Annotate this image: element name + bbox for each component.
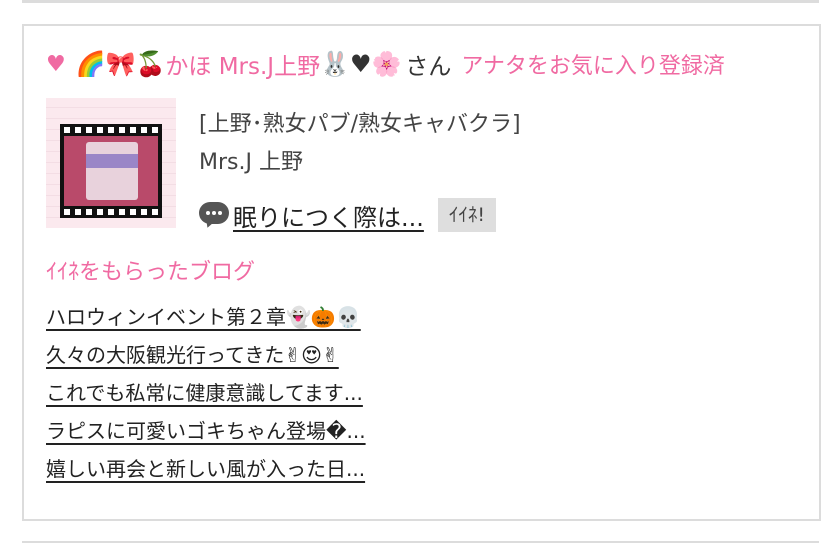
name-emojis-after: 🐰♥🌸	[320, 50, 402, 78]
blog-title-link[interactable]: 眠りにつく際は...	[233, 198, 424, 233]
photo-frame	[64, 136, 158, 206]
film-frame	[60, 124, 162, 218]
list-item: 嬉しい再会と新しい風が入った日...	[46, 448, 366, 486]
blog-entry-row: 眠りにつく際は... ｲｲﾈ!	[199, 196, 497, 234]
liked-blog-link[interactable]: ハロウィンイベント第２章👻🎃💀	[46, 301, 361, 330]
shop-name[interactable]: Mrs.J 上野	[199, 144, 303, 176]
favorite-status: アナタをお気に入り登録済	[461, 54, 725, 79]
top-divider	[22, 0, 819, 3]
heart-icon: ♥	[46, 51, 66, 77]
list-item: 久々の大阪観光行ってきた✌😍✌	[46, 334, 366, 372]
product-package	[86, 142, 138, 200]
speech-bubble-icon	[199, 202, 229, 230]
blog-thumbnail[interactable]	[46, 98, 176, 228]
favorite-user-card: ♥ 🌈🎀🍒 かほ Mrs.J上野 🐰♥🌸 さん アナタをお気に入り登録済 [上野…	[22, 24, 821, 521]
iine-button[interactable]: ｲｲﾈ!	[437, 198, 497, 232]
honorific: さん	[405, 54, 452, 80]
list-item: ハロウィンイベント第２章👻🎃💀	[46, 296, 366, 334]
bottom-divider	[22, 541, 819, 548]
list-item: これでも私常に健康意識してます...	[46, 372, 366, 410]
list-item: ラピスに可愛いゴキちゃん登場�...	[46, 410, 366, 448]
liked-blog-link[interactable]: これでも私常に健康意識してます...	[46, 377, 363, 406]
card-header: ♥ 🌈🎀🍒 かほ Mrs.J上野 🐰♥🌸 さん アナタをお気に入り登録済	[46, 46, 806, 82]
liked-blog-link[interactable]: ラピスに可愛いゴキちゃん登場�...	[46, 415, 366, 444]
liked-blog-list: ハロウィンイベント第２章👻🎃💀 久々の大阪観光行ってきた✌😍✌ これでも私常に健…	[46, 296, 366, 486]
shop-genre: [上野･熟女パブ/熟女キャバクラ]	[199, 112, 521, 137]
liked-blogs-heading: ｲｲﾈをもらったブログ	[46, 260, 256, 285]
liked-blog-link[interactable]: 久々の大阪観光行ってきた✌😍✌	[46, 339, 339, 368]
liked-blog-link[interactable]: 嬉しい再会と新しい風が入った日...	[46, 453, 365, 482]
user-name-link[interactable]: かほ Mrs.J上野	[165, 47, 320, 81]
name-emojis-before: 🌈🎀🍒	[75, 50, 166, 78]
